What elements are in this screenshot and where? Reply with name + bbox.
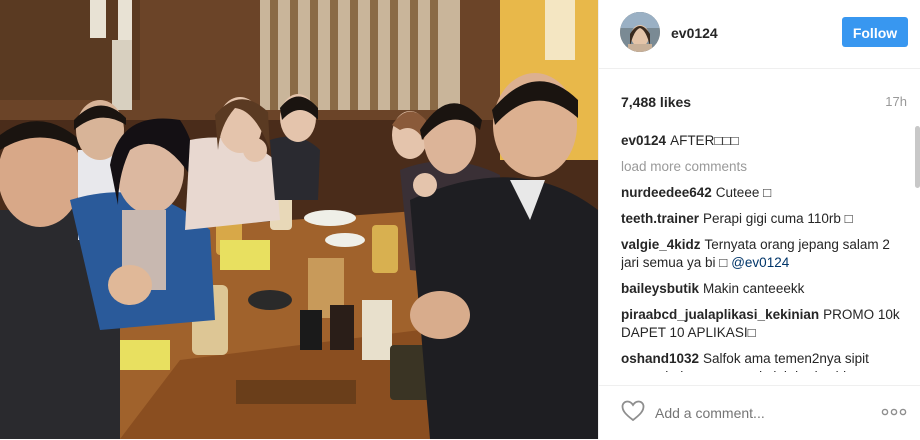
comment-username[interactable]: piraabcd_jualaplikasi_kekinian xyxy=(621,307,819,322)
comment-text: Makin canteeekk xyxy=(703,281,805,296)
comment-mention[interactable]: @ev0124 xyxy=(731,255,789,270)
more-options-icon[interactable] xyxy=(879,402,909,422)
avatar-image xyxy=(620,12,660,52)
caption-username[interactable]: ev0124 xyxy=(621,133,666,148)
comment-username[interactable]: valgie_4kidz xyxy=(621,237,701,252)
comment-username[interactable]: nurdeedee642 xyxy=(621,185,712,200)
comment-username[interactable]: teeth.trainer xyxy=(621,211,699,226)
follow-button[interactable]: Follow xyxy=(842,17,908,47)
comment-text: Cuteee □ xyxy=(715,185,772,200)
comment-username[interactable]: baileysbutik xyxy=(621,281,699,296)
comments-scrollbar[interactable] xyxy=(915,126,920,188)
add-comment-input[interactable] xyxy=(655,403,855,423)
heart-outline-icon[interactable] xyxy=(621,400,645,422)
post-time[interactable]: 17h xyxy=(885,94,907,109)
comment-item: oshand1032Salfok ama temen2nya sipit sem… xyxy=(621,350,901,372)
username[interactable]: ev0124 xyxy=(671,25,718,41)
comment-item: valgie_4kidz Ternyata orang jepang salam … xyxy=(621,236,901,272)
comments-list: ev0124 AFTER□□□ load more comments nurdee… xyxy=(621,132,901,372)
load-more-comments[interactable]: load more comments xyxy=(621,158,901,176)
caption-text: AFTER□□□ xyxy=(670,133,739,148)
add-comment-bar xyxy=(599,385,920,440)
post-photo[interactable] xyxy=(0,0,598,439)
likes-count[interactable]: 7,488 likes xyxy=(621,94,691,110)
comment-item: teeth.trainer Perapi gigi cuma 110rb □ xyxy=(621,210,901,228)
comment-item: nurdeedee642 Cuteee □ xyxy=(621,184,901,202)
likes-row: 7,488 likes 17h xyxy=(621,94,909,112)
comment-item: piraabcd_jualaplikasi_kekinian PROMO 10k … xyxy=(621,306,901,342)
post-side-panel: ev0124 Follow 7,488 likes 17h ev0124 AFTE… xyxy=(598,0,920,439)
comment-text: Perapi gigi cuma 110rb □ xyxy=(703,211,853,226)
post-header: ev0124 Follow xyxy=(599,0,920,69)
avatar[interactable] xyxy=(620,12,660,52)
comment-username[interactable]: oshand1032 xyxy=(621,351,699,366)
comment-item: baileysbutik Makin canteeekk xyxy=(621,280,901,298)
group-photo-image xyxy=(0,0,598,439)
caption: ev0124 AFTER□□□ xyxy=(621,132,901,150)
